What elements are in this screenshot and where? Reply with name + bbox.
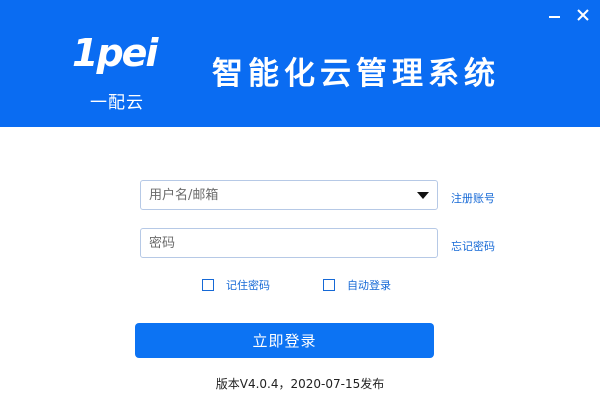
close-button[interactable] [573,5,593,25]
password-input[interactable] [141,229,437,257]
register-link[interactable]: 注册账号 [451,190,495,206]
chevron-down-icon[interactable] [417,192,429,199]
close-icon [577,9,589,21]
logo: 1pei [72,31,161,75]
minimize-button[interactable] [545,8,565,24]
username-input[interactable] [141,181,437,209]
auto-login-label: 自动登录 [347,279,391,292]
auto-login-checkbox[interactable] [323,279,335,291]
header-banner: 1pei 一配云 智能化云管理系统 [0,0,600,127]
forgot-password-link[interactable]: 忘记密码 [451,238,495,254]
auto-login-option[interactable]: 自动登录 [323,277,391,293]
login-window: 1pei 一配云 智能化云管理系统 注册账号 忘记密码 记住密码 自动登录 立即… [0,0,600,414]
remember-password-option[interactable]: 记住密码 [202,277,270,293]
remember-password-label: 记住密码 [226,279,270,292]
logo-text: 一配云 [90,93,144,113]
username-field [140,180,438,210]
system-title: 智能化云管理系统 [212,56,500,92]
remember-password-checkbox[interactable] [202,279,214,291]
login-button[interactable]: 立即登录 [135,323,434,358]
password-field [140,228,438,258]
logo-mark-text: 1pei [72,31,159,75]
version-info: 版本V4.0.4，2020-07-15发布 [215,377,385,391]
